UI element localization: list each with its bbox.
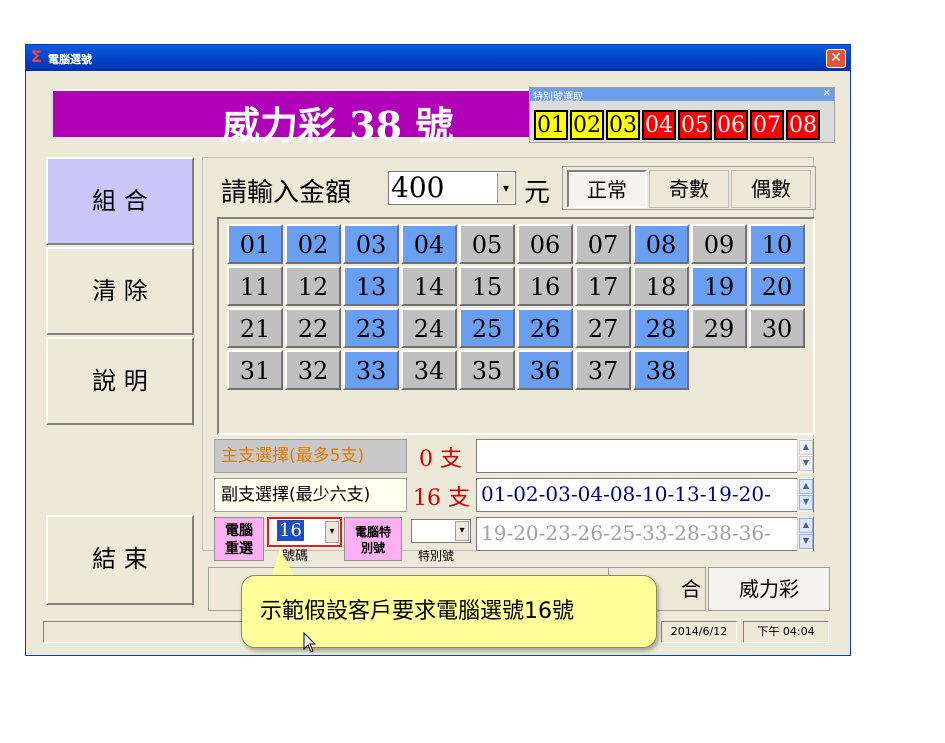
pc-result-field[interactable]: 19-20-23-26-25-33-28-38-36- [476,517,814,551]
special-number-label: 特別號 [418,549,455,563]
pc-repick-button[interactable]: 電腦 重選 [214,517,264,561]
number-button[interactable]: 17 [575,266,631,306]
number-button[interactable]: 06 [517,224,573,264]
number-button[interactable]: 16 [517,266,573,306]
number-button[interactable]: 12 [285,266,341,306]
special-number-row: 01 02 03 04 05 06 07 08 [534,110,820,140]
special-number-cell[interactable]: 02 [570,110,604,140]
close-icon[interactable]: ✕ [826,49,846,68]
number-button[interactable]: 37 [575,350,631,390]
pc-result-scrollbar[interactable]: ▲ ▼ [797,517,813,551]
number-button[interactable]: 03 [343,224,399,264]
sub-select-field[interactable]: 01-02-03-04-08-10-13-19-20- [476,478,814,512]
number-button[interactable]: 34 [401,350,457,390]
sub-select-count: 16 支 [413,486,470,511]
special-number-select[interactable]: ▾ [411,519,471,543]
tab-power-lottery[interactable]: 威力彩 [708,567,830,611]
number-button[interactable]: 20 [749,266,805,306]
number-button[interactable]: 01 [227,224,283,264]
number-button[interactable]: 15 [459,266,515,306]
status-date: 2014/6/12 [661,621,737,643]
number-button[interactable]: 22 [285,308,341,348]
banner-title: 威力彩 38 號 [222,103,454,148]
scroll-down-icon[interactable]: ▼ [799,456,813,471]
number-button[interactable]: 29 [691,308,747,348]
special-dropdown-icon[interactable]: ▾ [455,521,469,541]
number-button[interactable]: 13 [343,266,399,306]
main-select-scrollbar[interactable]: ▲ ▼ [797,439,813,473]
scroll-up-icon[interactable]: ▲ [799,479,813,494]
special-number-popup: 特別號選取 ✕ 01 02 03 04 05 06 07 08 [529,87,835,143]
number-button[interactable]: 36 [517,350,573,390]
sub-select-label[interactable]: 副支選擇(最少六支) [214,478,407,512]
main-select-field[interactable] [476,439,814,473]
special-number-cell[interactable]: 07 [750,110,784,140]
special-popup-close-icon[interactable]: ✕ [823,88,831,99]
special-number-cell[interactable]: 04 [642,110,676,140]
number-button[interactable]: 07 [575,224,631,264]
amount-label: 請輸入金額 [221,178,352,208]
number-button[interactable]: 04 [401,224,457,264]
number-button[interactable]: 27 [575,308,631,348]
pick-count-value: 16 [277,520,304,541]
number-button[interactable]: 24 [401,308,457,348]
number-button[interactable]: 19 [691,266,747,306]
help-button[interactable]: 說 明 [46,337,194,425]
number-button[interactable]: 02 [285,224,341,264]
number-button[interactable]: 18 [633,266,689,306]
number-button[interactable]: 26 [517,308,573,348]
number-button[interactable]: 33 [343,350,399,390]
tooltip-tail [272,548,294,576]
special-number-cell[interactable]: 06 [714,110,748,140]
number-button[interactable]: 35 [459,350,515,390]
mouse-cursor-icon [303,632,317,653]
number-button[interactable]: 23 [343,308,399,348]
pc-special-button[interactable]: 電腦特 別號 [344,517,402,561]
number-button[interactable]: 08 [633,224,689,264]
number-button[interactable]: 30 [749,308,805,348]
mode-even-button[interactable]: 偶數 [731,170,811,208]
number-button[interactable]: 10 [749,224,805,264]
special-number-cell[interactable]: 01 [534,110,568,140]
scroll-down-icon[interactable]: ▼ [799,495,813,510]
mode-group: 正常 奇數 偶數 [562,166,816,210]
app-sigma-icon: Σ [31,47,42,66]
main-select-label[interactable]: 主支選擇(最多5支) [214,439,407,473]
combine-button[interactable]: 組 合 [46,157,194,245]
scroll-up-icon[interactable]: ▲ [799,440,813,455]
sub-select-scrollbar[interactable]: ▲ ▼ [797,478,813,512]
number-button[interactable]: 38 [633,350,689,390]
number-button[interactable]: 14 [401,266,457,306]
number-grid: 01 02 03 04 05 06 07 08 09 10 11 12 13 14 15 16 17 18 19 20… [217,217,815,435]
number-button[interactable]: 09 [691,224,747,264]
number-button[interactable]: 28 [633,308,689,348]
special-number-cell[interactable]: 03 [606,110,640,140]
scroll-down-icon[interactable]: ▼ [799,534,813,549]
sidebar: 組 合 清 除 說 明 結 束 [41,157,195,605]
clear-button[interactable]: 清 除 [46,247,194,335]
amount-dropdown-icon[interactable]: ▾ [497,173,514,203]
number-button[interactable]: 25 [459,308,515,348]
special-popup-title: 特別號選取 [530,88,834,103]
app-window: Σ 電腦選號 ✕ 威力彩 38 號 特別號選取 ✕ 01 02 03 04 05 06 07… [25,44,851,656]
mode-odd-button[interactable]: 奇數 [649,170,729,208]
main-select-count: 0 支 [419,447,462,472]
exit-button[interactable]: 結 束 [46,515,194,605]
title-bar[interactable]: Σ 電腦選號 ✕ [26,45,850,71]
mode-normal-button[interactable]: 正常 [567,170,647,208]
special-number-cell[interactable]: 05 [678,110,712,140]
number-button[interactable]: 05 [459,224,515,264]
pick-count-select[interactable]: 16 ▾ [267,517,342,547]
scroll-up-icon[interactable]: ▲ [799,518,813,533]
number-button[interactable]: 11 [227,266,283,306]
special-number-cell[interactable]: 08 [786,110,820,140]
number-button[interactable]: 21 [227,308,283,348]
window-title: 電腦選號 [48,53,92,66]
amount-unit: 元 [524,178,551,208]
pick-count-dropdown-icon[interactable]: ▾ [325,521,339,543]
number-button[interactable]: 31 [227,350,283,390]
status-time: 下午 04:04 [743,621,829,643]
number-button[interactable]: 32 [285,350,341,390]
